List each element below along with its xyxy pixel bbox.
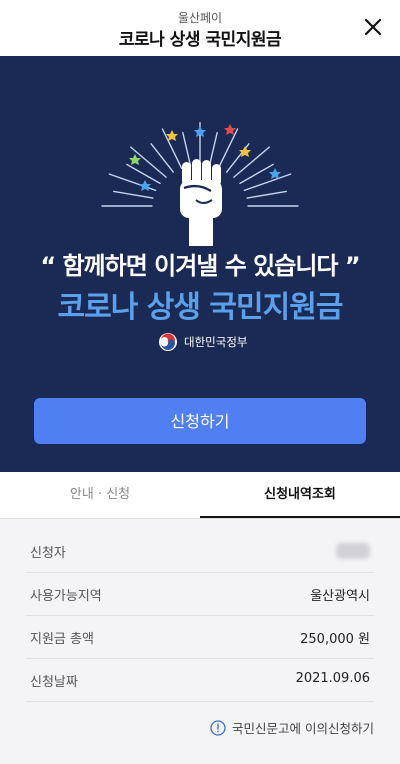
fist-firework-illustration (101, 122, 299, 246)
page-title: 코로나 상생 국민지원금 (118, 30, 282, 50)
detail-label: 신청자 (30, 546, 66, 561)
detail-value: 2021.09.06 (295, 671, 370, 686)
star-icon (224, 124, 236, 135)
header-subtitle: 울산페이 (177, 11, 223, 25)
firework-ray (246, 190, 288, 199)
detail-value: 울산광역시 (310, 589, 370, 604)
taegeuk-logo-icon (159, 333, 177, 351)
star-icon (269, 168, 281, 179)
detail-row-amount: 지원금 총액 250,000 원 (26, 615, 374, 659)
hero-banner: “ 함께하면 이겨낼 수 있습니다 ” 코로나 상생 국민지원금 대한민국정부 … (0, 56, 400, 472)
tab-guide-apply[interactable]: 안내 · 신청 (0, 472, 200, 518)
detail-value: 250,000 원 (300, 632, 370, 647)
close-icon[interactable] (360, 14, 386, 40)
firework-ray (182, 131, 192, 167)
government-label: 대한민국정부 (184, 335, 248, 349)
hero-slogan: “ 함께하면 이겨낼 수 있습니다 ” (40, 252, 360, 280)
star-icon (129, 154, 141, 165)
detail-row-applicant: 신청자 (26, 529, 374, 573)
detail-row-region: 사용가능지역 울산광역시 (26, 572, 374, 616)
tab-application-history[interactable]: 신청내역조회 (200, 472, 400, 518)
firework-ray (208, 131, 218, 167)
star-icon (139, 180, 151, 191)
redacted-applicant-name (336, 543, 370, 559)
detail-label: 신청날짜 (30, 675, 78, 690)
application-details: 신청자 사용가능지역 울산광역시 지원금 총액 250,000 원 신청날짜 2… (0, 519, 400, 764)
detail-label: 사용가능지역 (30, 589, 102, 604)
detail-row-date: 신청날짜 2021.09.06 (26, 658, 374, 702)
info-circle-icon (210, 719, 226, 736)
detail-label: 지원금 총액 (30, 632, 94, 647)
firework-ray (233, 146, 270, 178)
government-badge: 대한민국정부 (158, 332, 247, 352)
raised-fist-icon (180, 159, 222, 246)
app-header: 울산페이 코로나 상생 국민지원금 (0, 0, 400, 56)
apply-button[interactable]: 신청하기 (34, 398, 366, 444)
firework-ray (112, 190, 154, 199)
objection-link-label: 국민신문고에 이의신청하기 (232, 721, 374, 736)
hero-title: 코로나 상생 국민지원금 (57, 290, 344, 325)
tab-bar: 안내 · 신청 신청내역조회 (0, 472, 400, 519)
star-icon (239, 146, 251, 157)
objection-link[interactable]: 국민신문고에 이의신청하기 (210, 718, 374, 737)
